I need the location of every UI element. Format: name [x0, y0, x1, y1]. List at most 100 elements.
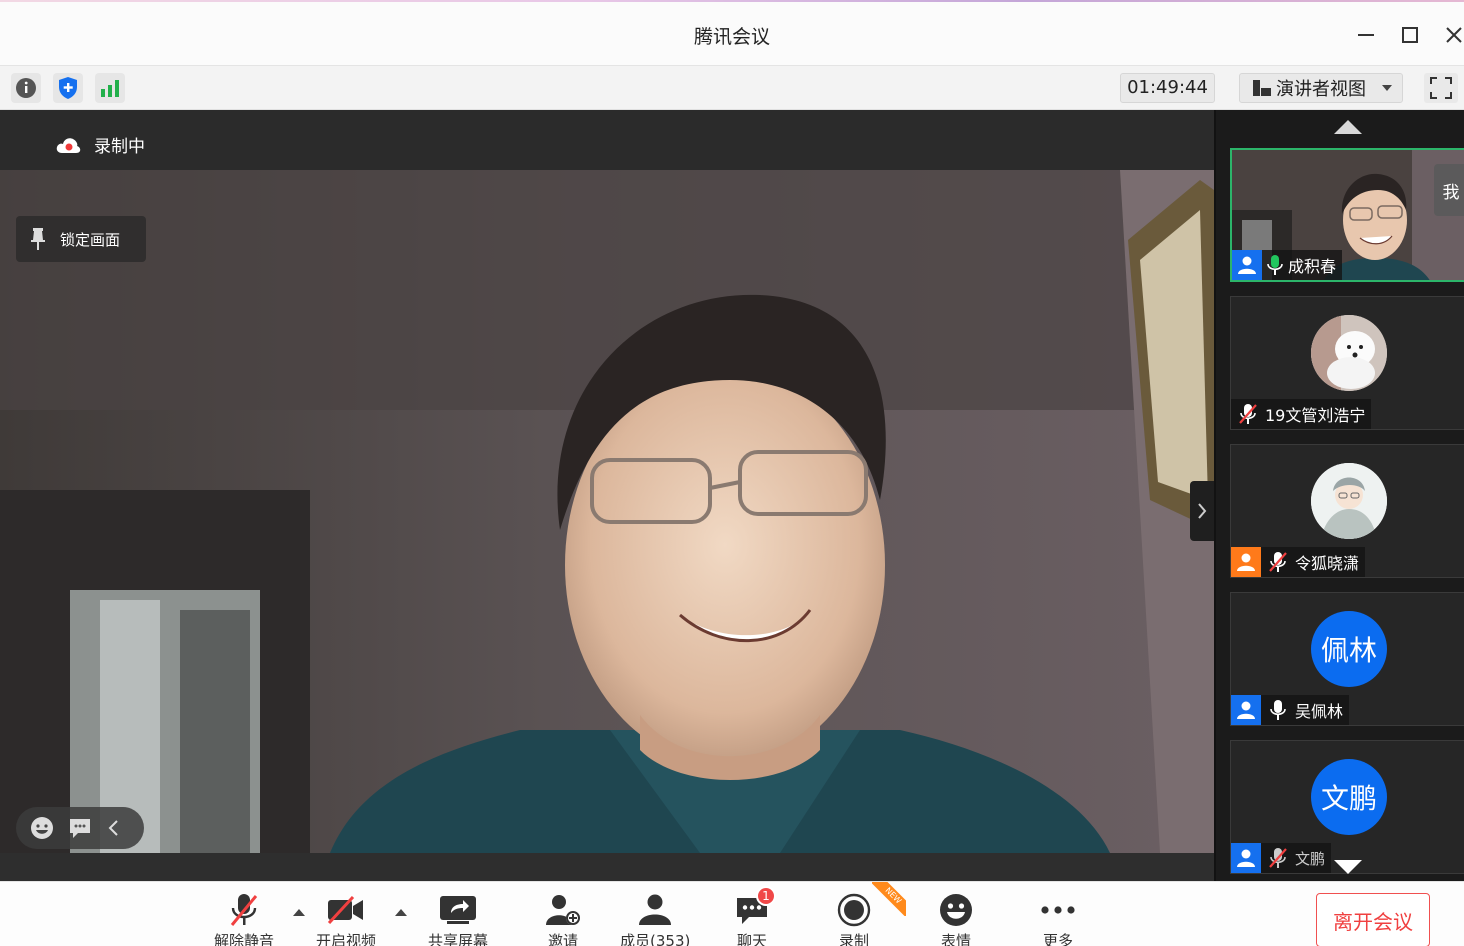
cloud-record-icon: [56, 137, 81, 153]
title-bar: 腾讯会议: [0, 0, 1464, 66]
reactions-button[interactable]: 表情: [936, 892, 976, 946]
start-video-label: 开启视频: [316, 932, 377, 946]
user-icon: [1231, 695, 1261, 725]
lock-view-button[interactable]: 锁定画面: [16, 216, 146, 262]
record-label: 录制: [838, 932, 869, 946]
new-tag-label: NEW: [872, 882, 906, 916]
mic-muted-icon: [1261, 547, 1295, 577]
audio-options-caret-icon[interactable]: [293, 909, 305, 916]
new-feature-tag: NEW: [872, 882, 906, 916]
unmute-label: 解除静音: [214, 932, 275, 946]
avatar: 文鹏: [1311, 759, 1387, 835]
emoji-icon: [936, 892, 976, 928]
video-bottom-strip: [0, 853, 1214, 881]
fullscreen-icon: [1430, 77, 1452, 99]
video-options-caret-icon[interactable]: [395, 909, 407, 916]
mic-muted-icon: [224, 892, 264, 928]
minimize-button[interactable]: [1348, 18, 1384, 52]
recording-bar: 录制中: [0, 110, 1214, 170]
participant-name: 成积春: [1288, 257, 1337, 276]
bottom-control-bar: 解除静音 开启视频 共享屏幕 邀请 成员(353) 1 聊天 录制 NEW 表情…: [0, 881, 1464, 946]
record-icon: [834, 892, 874, 928]
participant-nameplate: 文鹏: [1231, 843, 1332, 873]
user-icon: [1232, 250, 1262, 280]
members-button[interactable]: 成员(353): [620, 892, 690, 946]
fullscreen-button[interactable]: [1424, 73, 1458, 103]
camera-off-icon: [326, 892, 366, 928]
speaker-view-icon: [1253, 80, 1271, 96]
chat-unread-badge: 1: [756, 886, 776, 906]
participant-nameplate: 吴佩林: [1231, 695, 1350, 725]
participant-nameplate: 令狐晓潇: [1231, 547, 1366, 577]
title-accent-line: [0, 0, 1464, 2]
participant-tile[interactable]: 令狐晓潇: [1230, 444, 1464, 578]
emoji-icon[interactable]: [30, 816, 54, 840]
more-label: 更多: [1042, 932, 1073, 946]
scroll-up-icon[interactable]: [1334, 120, 1362, 134]
mic-muted-icon: [1261, 843, 1295, 873]
minimize-icon: [1358, 34, 1374, 36]
add-user-icon: [543, 892, 583, 928]
scroll-down-icon[interactable]: [1334, 860, 1362, 874]
recording-label: 录制中: [94, 137, 145, 157]
chevron-left-icon[interactable]: [106, 818, 120, 838]
floating-chat-bar: [16, 807, 144, 849]
record-button[interactable]: 录制: [834, 892, 874, 946]
security-button[interactable]: [53, 73, 83, 103]
chevron-down-icon: [1382, 85, 1392, 91]
participant-panel: 我 成积春 19文管刘浩宁 令狐晓潇 佩林 吴佩林 文鹏 文鹏: [1214, 110, 1464, 881]
main-video-area[interactable]: 录制中 锁定画面: [0, 110, 1214, 881]
info-button[interactable]: [11, 73, 41, 103]
reactions-label: 表情: [940, 932, 971, 946]
dog-photo-avatar: [1311, 315, 1387, 391]
participant-tile[interactable]: 佩林 吴佩林: [1230, 592, 1464, 726]
window-title: 腾讯会议: [693, 26, 770, 48]
user-icon: [1231, 843, 1261, 873]
user-icon: [1231, 547, 1261, 577]
view-mode-dropdown[interactable]: 演讲者视图: [1239, 73, 1403, 103]
avatar: [1311, 463, 1387, 539]
participant-name: 19文管刘浩宁: [1265, 406, 1366, 425]
anime-character-avatar: [1311, 463, 1387, 539]
meeting-timer: 01:49:44: [1120, 73, 1215, 103]
network-status-button[interactable]: [95, 73, 125, 103]
close-icon: [1446, 27, 1462, 43]
pin-icon: [31, 228, 45, 250]
close-button[interactable]: [1436, 18, 1464, 52]
start-video-button[interactable]: 开启视频: [316, 892, 376, 946]
unmute-button[interactable]: 解除静音: [214, 892, 274, 946]
more-dots-icon: [1038, 892, 1078, 928]
members-label: 成员(353): [620, 932, 691, 946]
mic-on-icon: [1262, 250, 1288, 280]
leave-meeting-button[interactable]: 离开会议: [1316, 893, 1430, 946]
chat-icon: 1: [732, 886, 776, 928]
chat-bubble-icon[interactable]: [68, 817, 92, 839]
participant-tile[interactable]: 文鹏 文鹏: [1230, 740, 1464, 874]
participant-tile[interactable]: 19文管刘浩宁: [1230, 296, 1464, 430]
maximize-button[interactable]: [1392, 18, 1428, 52]
participant-nameplate: 19文管刘浩宁: [1231, 399, 1372, 429]
view-mode-label: 演讲者视图: [1276, 79, 1366, 100]
chat-button[interactable]: 1 聊天: [732, 886, 776, 946]
shield-icon: [59, 77, 77, 99]
lock-view-label: 锁定画面: [60, 230, 121, 249]
share-screen-button[interactable]: 共享屏幕: [428, 892, 488, 946]
more-button[interactable]: 更多: [1038, 892, 1078, 946]
signal-bars-icon: [101, 80, 119, 97]
avatar: 佩林: [1311, 611, 1387, 687]
invite-button[interactable]: 邀请: [543, 892, 583, 946]
recording-indicator: 录制中: [56, 132, 145, 157]
chat-label: 聊天: [736, 932, 767, 946]
collapse-sidebar-button[interactable]: [1190, 481, 1214, 541]
info-icon: [16, 78, 36, 98]
mic-on-icon: [1261, 695, 1295, 725]
me-label: 我: [1434, 164, 1464, 216]
share-screen-label: 共享屏幕: [428, 932, 489, 946]
maximize-icon: [1402, 27, 1418, 43]
meeting-toolbar: 01:49:44 演讲者视图: [0, 66, 1464, 110]
participant-nameplate: 成积春: [1232, 250, 1343, 280]
invite-label: 邀请: [547, 932, 578, 946]
chevron-right-icon: [1198, 503, 1207, 519]
members-icon: [635, 892, 675, 928]
participant-tile[interactable]: 我 成积春: [1230, 148, 1464, 282]
